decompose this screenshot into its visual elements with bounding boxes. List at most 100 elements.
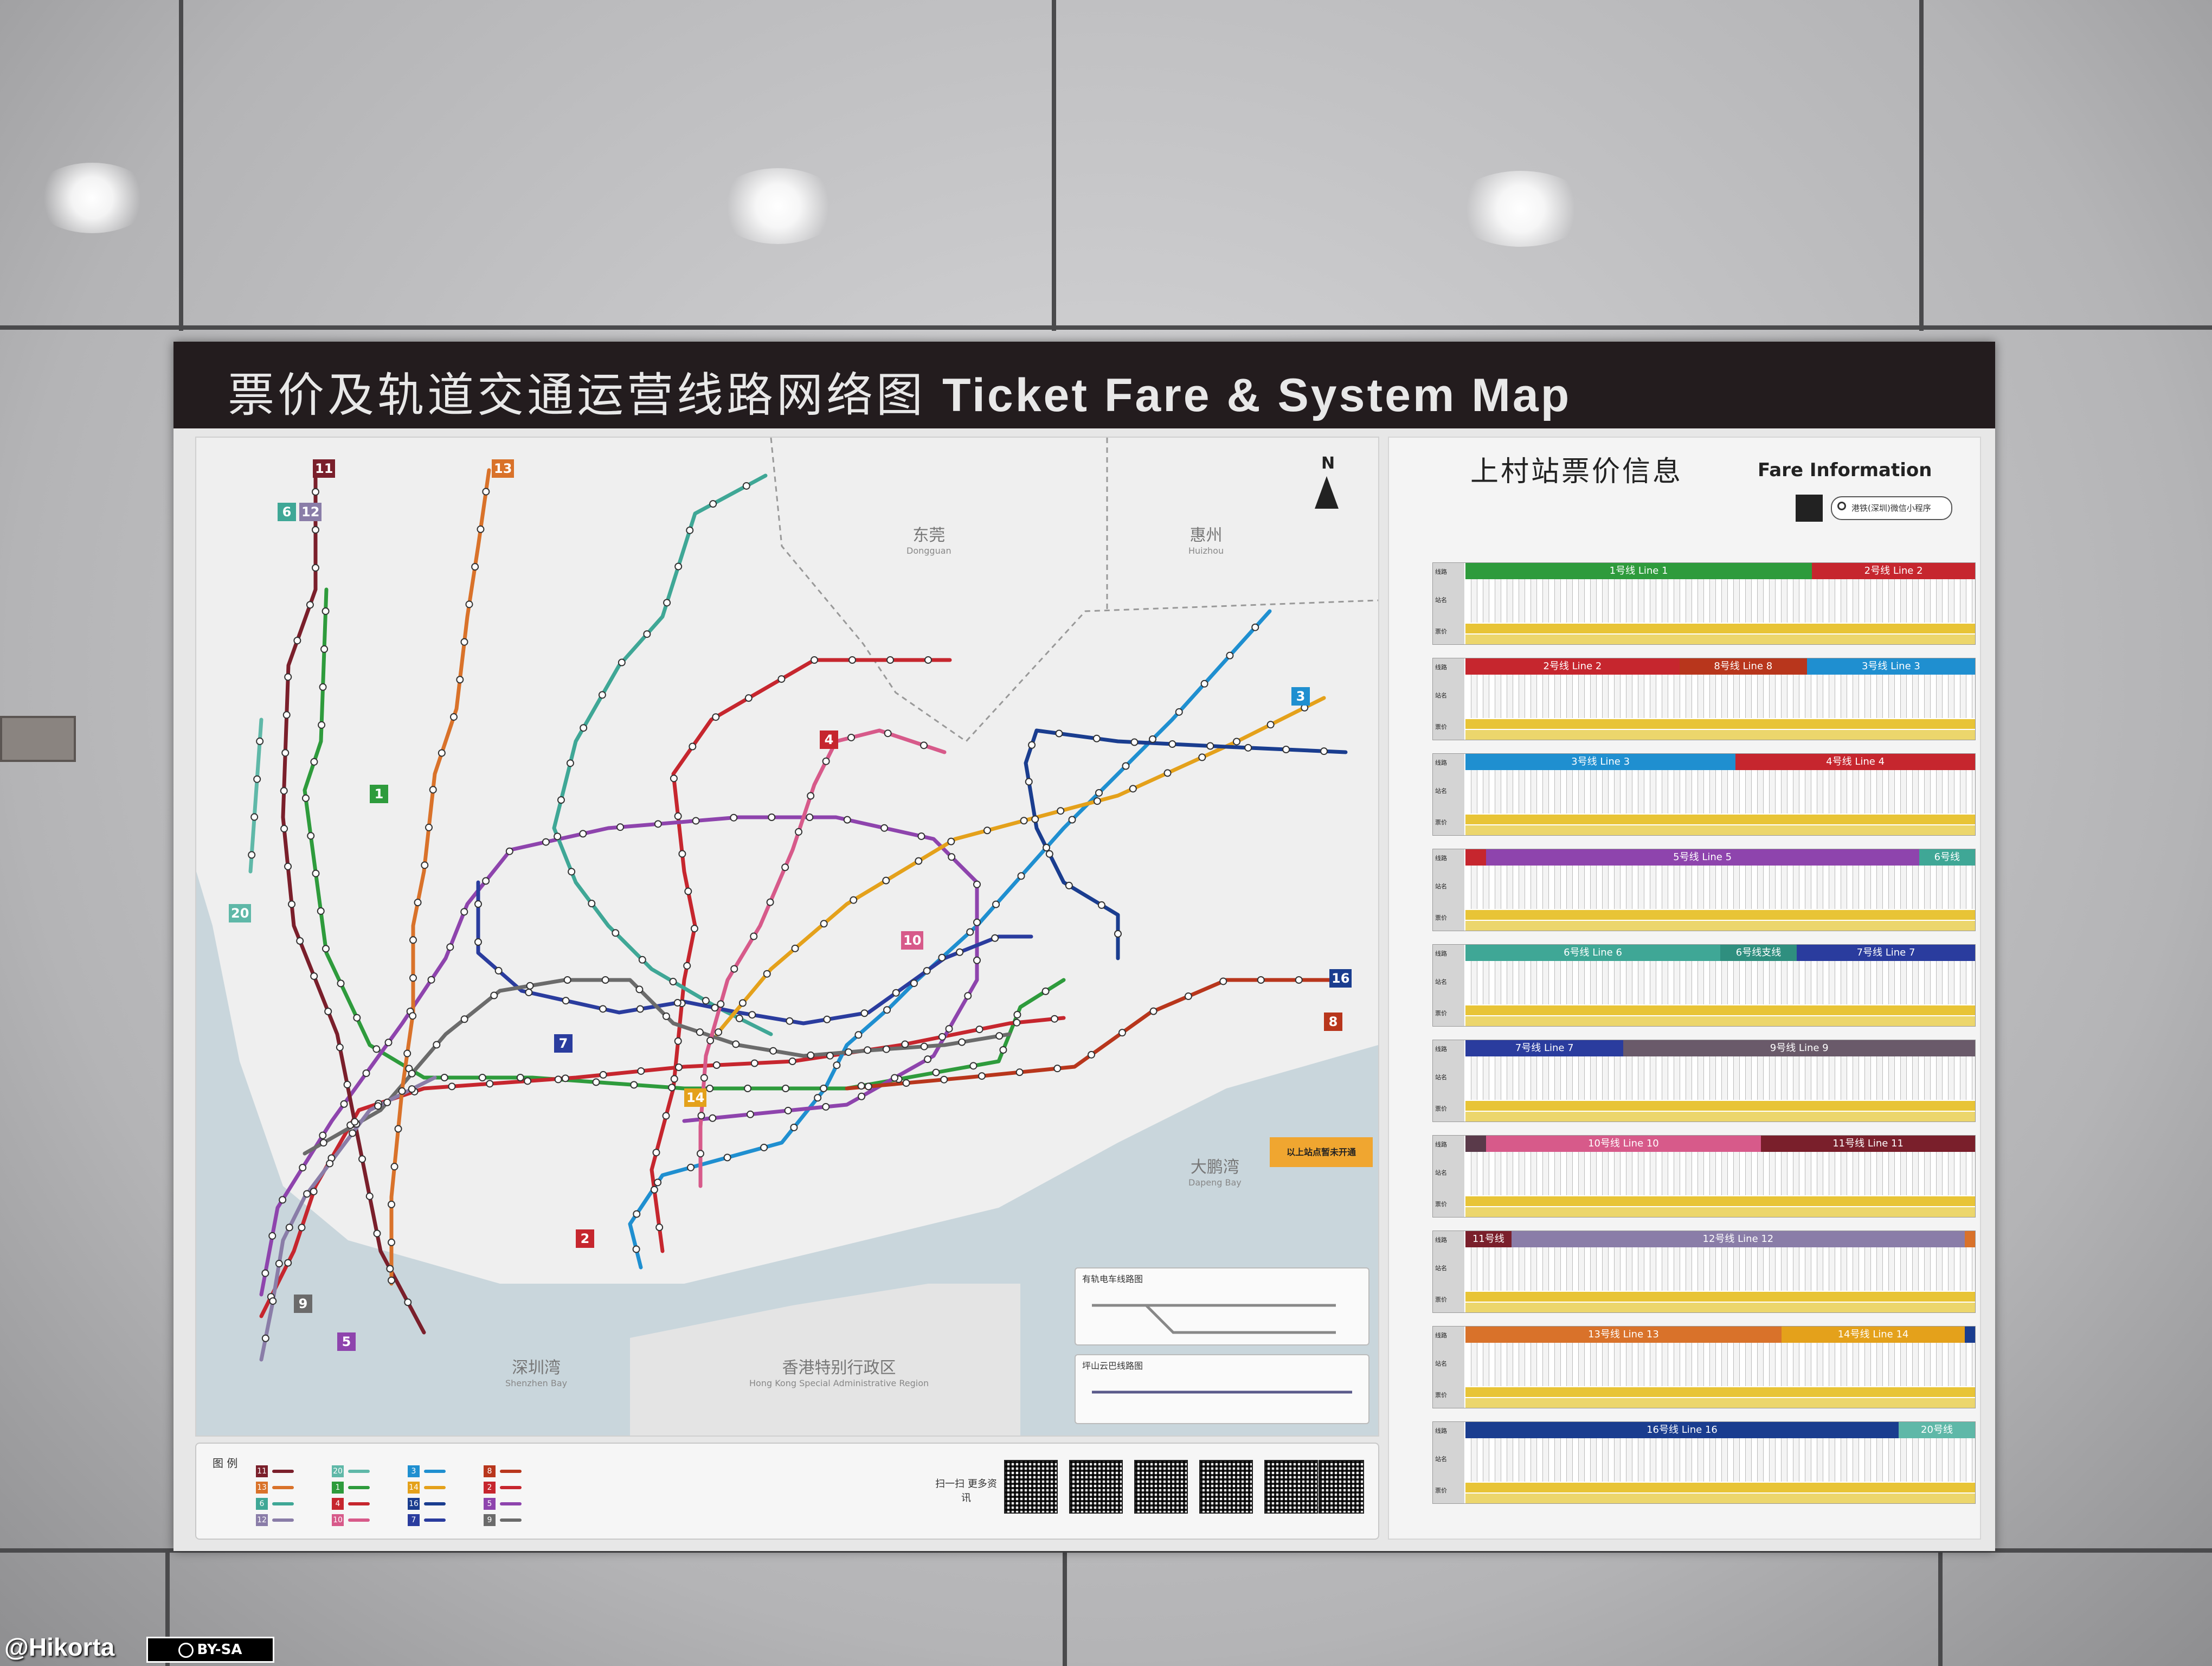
tile-seam-v2 — [1052, 0, 1056, 331]
station-dot — [978, 1072, 986, 1080]
qr-code-icon[interactable] — [1199, 1460, 1253, 1514]
fare-row-label: 线路 — [1435, 1141, 1447, 1148]
station-dot — [902, 1079, 910, 1087]
skyshuttle-inset: 坪山云巴线路图 — [1075, 1354, 1369, 1424]
station-dot — [635, 985, 644, 994]
fare-row-labels: 线路 站名 票价 — [1433, 658, 1464, 740]
station-dot — [915, 857, 923, 865]
station-dot — [414, 899, 422, 907]
station-dot — [784, 1106, 792, 1114]
station-dot — [253, 775, 261, 783]
station-dot — [697, 1150, 704, 1158]
fare-row-labels: 线路 站名 票价 — [1433, 563, 1464, 644]
fare-station-names — [1465, 961, 1975, 1004]
station-dot — [791, 944, 799, 952]
station-dot — [744, 1085, 752, 1092]
station-dot — [958, 1038, 966, 1046]
fare-station-names — [1465, 579, 1975, 623]
fare-line-header: 5号线 Line 5 6号线 — [1465, 849, 1975, 866]
station-dot — [833, 1061, 841, 1069]
station-dot — [880, 824, 889, 832]
fare-row-labels: 线路 站名 票价 — [1433, 1231, 1464, 1312]
station-dot — [848, 656, 856, 664]
boundary-dashed — [770, 438, 1378, 742]
station-dot — [285, 1223, 293, 1232]
station-dot — [486, 1080, 494, 1088]
station-dot — [663, 599, 671, 607]
region-shenzhen-bay-zh: 深圳湾 — [512, 1359, 561, 1377]
station-dot — [563, 976, 571, 984]
station-dot — [746, 1110, 754, 1118]
tile-seam-v6 — [1938, 1551, 1943, 1666]
fare-price-row — [1465, 624, 1975, 633]
station-dot — [822, 1103, 830, 1111]
station-dot — [1251, 623, 1259, 631]
station-dot — [1226, 651, 1234, 659]
station-dot — [730, 965, 738, 973]
fare-row-label: 票价 — [1435, 628, 1447, 635]
station-dot — [1057, 807, 1065, 815]
station-dot — [723, 1154, 731, 1162]
fare-line-header: 16号线 Line 16 20号线 — [1465, 1422, 1975, 1438]
station-dot — [372, 1045, 381, 1053]
legend-chip-line-14: 14 — [408, 1482, 420, 1494]
skyshuttle-line-svg — [1092, 1391, 1352, 1394]
qr-code-icon[interactable] — [1319, 1460, 1364, 1514]
station-dot — [398, 1087, 406, 1095]
fare-table: 线路 站名 票价 13号线 Line 13 14号线 Line 14 — [1432, 1326, 1976, 1408]
station-dot — [1282, 746, 1290, 754]
station-dot — [1093, 797, 1101, 805]
metro-line-13 — [389, 468, 491, 1286]
station-dot — [324, 1007, 332, 1015]
station-dot — [554, 832, 562, 841]
station-dot — [1198, 753, 1206, 761]
fare-line-segment: 2号线 Line 2 — [1812, 563, 1975, 579]
station-dot — [964, 992, 972, 1000]
station-dot — [991, 934, 999, 942]
region-dapeng-bay: 大鹏湾 Dapeng Bay — [1188, 1154, 1242, 1188]
station-dot — [1184, 992, 1192, 1001]
station-dot — [886, 656, 894, 664]
station-dot — [319, 683, 327, 691]
mini-program-search[interactable]: 港铁(深圳)微信小程序 — [1831, 496, 1952, 520]
station-dot — [404, 1298, 412, 1306]
station-dot — [655, 1223, 664, 1232]
station-dot — [823, 1015, 831, 1023]
tram-line-svg — [1092, 1304, 1336, 1334]
fare-row-labels: 线路 站名 票价 — [1433, 754, 1464, 835]
station-dot — [697, 1112, 705, 1120]
station-dot — [790, 1123, 798, 1131]
fare-row-labels: 线路 站名 票价 — [1433, 849, 1464, 931]
fare-row-label: 票价 — [1435, 1296, 1447, 1303]
qr-code-icon[interactable] — [1796, 495, 1823, 522]
fare-station-names — [1465, 866, 1975, 909]
tile-seam-h1 — [0, 325, 2212, 330]
fare-line-segment: 3号线 Line 3 — [1806, 658, 1975, 675]
station-dot — [421, 861, 429, 869]
license-badge: BY-SA — [146, 1637, 274, 1663]
fare-price-row — [1465, 635, 1975, 644]
fare-line-header: 7号线 Line 7 9号线 Line 9 — [1465, 1040, 1975, 1056]
qr-code-icon[interactable] — [1004, 1460, 1058, 1514]
fare-line-segment: 10号线 Line 10 — [1486, 1136, 1761, 1152]
scan-more-info: 扫一扫 更多资讯 — [935, 1478, 997, 1504]
fare-line-segment: 7号线 Line 7 — [1797, 945, 1975, 961]
fare-table: 线路 站名 票价 6号线 Line 6 6号线支线 7号线 Line 7 — [1432, 944, 1976, 1027]
tram-inset-title: 有轨电车线路图 — [1082, 1274, 1143, 1284]
fare-row-labels: 线路 站名 票价 — [1433, 1422, 1464, 1503]
station-dot — [966, 928, 974, 936]
metro-line-6 — [552, 473, 773, 1036]
station-dot — [690, 925, 698, 933]
station-dot — [995, 1032, 1004, 1040]
station-dot — [312, 488, 319, 496]
fare-line-segment: 2号线 Line 2 — [1465, 658, 1680, 675]
fare-row-label: 站名 — [1435, 1265, 1447, 1272]
qr-code-icon[interactable] — [1264, 1460, 1318, 1514]
qr-code-icon[interactable] — [1134, 1460, 1188, 1514]
station-dot — [811, 656, 818, 664]
station-dot — [306, 601, 314, 609]
station-dot — [945, 1025, 953, 1033]
station-dot — [687, 1163, 695, 1171]
qr-code-icon[interactable] — [1069, 1460, 1123, 1514]
station-dot — [917, 832, 925, 840]
